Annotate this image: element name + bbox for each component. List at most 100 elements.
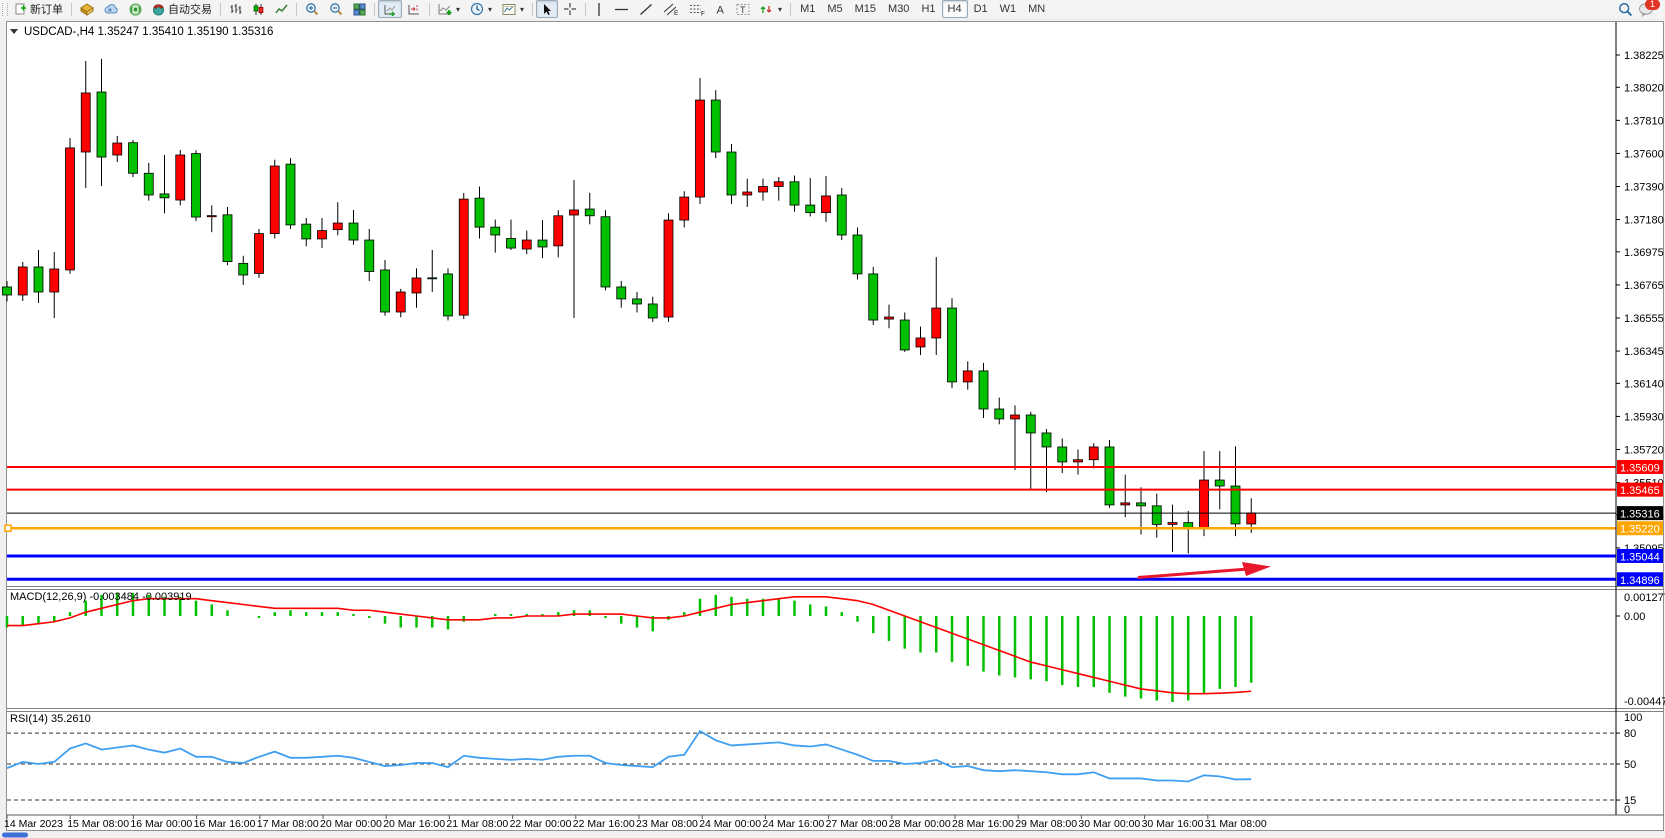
trendline-icon: [639, 3, 653, 16]
toolbar-grip[interactable]: [2, 3, 8, 16]
candle: [727, 152, 736, 195]
tf-button-D1[interactable]: D1: [968, 0, 994, 18]
search-button[interactable]: [1613, 0, 1638, 18]
time-tick-label: 15 Mar 08:00: [67, 818, 129, 830]
market-watch-button[interactable]: [75, 0, 99, 18]
candlestick-icon: [252, 3, 265, 16]
tf-button-M30[interactable]: M30: [882, 0, 915, 18]
line-selection-handle[interactable]: [5, 525, 11, 531]
crosshair-tool-button[interactable]: [558, 0, 582, 18]
tf-button-H1[interactable]: H1: [915, 0, 941, 18]
time-tick-label: 24 Mar 16:00: [762, 818, 824, 830]
auto-scroll-button[interactable]: [378, 0, 402, 18]
zoom-out-icon: [329, 2, 343, 16]
bar-chart-mode-button[interactable]: [224, 0, 247, 18]
candle: [428, 278, 437, 279]
candle: [1058, 447, 1067, 462]
candle: [507, 238, 516, 248]
candle: [1121, 503, 1130, 505]
tf-button-W1[interactable]: W1: [994, 0, 1023, 18]
tf-button-M1[interactable]: M1: [794, 0, 821, 18]
candle: [743, 192, 752, 195]
fibonacci-tool-button[interactable]: F: [684, 0, 710, 18]
price-tick-label: 1.36765: [1624, 280, 1664, 292]
vertical-line-tool-button[interactable]: [589, 0, 609, 18]
chart-window[interactable]: 1.382251.380201.378101.376001.373901.371…: [0, 18, 1665, 838]
time-tick-label: 23 Mar 08:00: [636, 818, 698, 830]
price-label-text: 1.34896: [1620, 575, 1660, 587]
time-tick-label: 17 Mar 08:00: [257, 818, 319, 830]
auto-trading-button[interactable]: 自动交易: [147, 0, 217, 18]
rsi-axis-label: 80: [1624, 728, 1636, 740]
trendline-tool-button[interactable]: [634, 0, 658, 18]
periods-button[interactable]: ▾: [465, 0, 497, 18]
indicators-dropdown-caret: ▾: [456, 5, 460, 14]
time-tick-label: 27 Mar 08:00: [826, 818, 888, 830]
tile-windows-button[interactable]: [348, 0, 371, 18]
candle: [207, 216, 216, 217]
time-tick-label: 29 Mar 08:00: [1015, 818, 1077, 830]
auto-trading-label: 自动交易: [168, 1, 212, 17]
text-label-tool-button[interactable]: T: [731, 0, 755, 18]
templates-button[interactable]: ▾: [497, 0, 529, 18]
tf-button-MN[interactable]: MN: [1022, 0, 1051, 18]
price-tick-label: 1.37600: [1624, 148, 1664, 160]
candle: [459, 199, 468, 315]
indicators-button[interactable]: ▾: [433, 0, 465, 18]
candle: [774, 182, 783, 187]
candlestick-mode-button[interactable]: [247, 0, 270, 18]
svg-text:F: F: [701, 10, 705, 16]
rsi-axis-label: 100: [1624, 712, 1642, 724]
channel-tool-button[interactable]: E: [658, 0, 684, 18]
candle: [932, 308, 941, 338]
svg-text:T: T: [740, 5, 746, 15]
candle: [381, 270, 390, 312]
candle: [318, 231, 327, 239]
timeframe-group: M1M5M15M30H1H4D1W1MN: [794, 0, 1051, 18]
candle: [18, 267, 27, 295]
candle: [806, 205, 815, 213]
tf-button-M15[interactable]: M15: [849, 0, 882, 18]
candle: [853, 235, 862, 274]
candle: [1026, 415, 1035, 433]
add-indicator-icon: [438, 3, 452, 16]
price-label-text: 1.35044: [1620, 551, 1660, 563]
zoom-out-button[interactable]: [324, 0, 348, 18]
time-tick-label: 30 Mar 16:00: [1142, 818, 1204, 830]
text-tool-button[interactable]: A: [710, 0, 731, 18]
price-tick-label: 1.37390: [1624, 181, 1664, 193]
new-order-icon: [15, 3, 27, 15]
candle: [3, 287, 12, 295]
signals-button[interactable]: [99, 0, 124, 18]
price-tick-label: 1.36345: [1624, 346, 1664, 358]
separator: [374, 3, 375, 16]
new-order-button[interactable]: 新订单: [10, 0, 68, 18]
cursor-tool-button[interactable]: [536, 0, 558, 18]
tf-button-M5[interactable]: M5: [821, 0, 848, 18]
candle: [648, 304, 657, 318]
svg-text:E: E: [674, 10, 679, 16]
time-tick-label: 21 Mar 08:00: [446, 818, 508, 830]
line-chart-icon: [275, 3, 288, 16]
periods-dropdown-caret: ▾: [488, 5, 492, 14]
zoom-in-button[interactable]: [300, 0, 324, 18]
line-chart-mode-button[interactable]: [270, 0, 293, 18]
candle: [491, 227, 500, 235]
tf-button-H4[interactable]: H4: [942, 0, 968, 18]
candle: [869, 274, 878, 320]
candle: [1042, 433, 1051, 447]
chart-shift-button[interactable]: [402, 0, 426, 18]
price-tick-label: 1.37810: [1624, 115, 1664, 127]
horizontal-line-tool-button[interactable]: [609, 0, 634, 18]
candle: [680, 197, 689, 220]
main-toolbar: 新订单 自动交易 ▾ ▾: [0, 0, 1665, 19]
time-tick-label: 16 Mar 00:00: [130, 818, 192, 830]
auto-scroll-icon: [383, 3, 397, 16]
price-label-text: 1.35220: [1620, 524, 1660, 536]
separator: [532, 3, 533, 16]
arrows-tool-button[interactable]: ▾: [755, 0, 787, 18]
candle: [34, 267, 43, 292]
candle: [1168, 523, 1177, 525]
news-broadcast-button[interactable]: [124, 0, 147, 18]
notifications-button[interactable]: 1: [1638, 2, 1655, 17]
